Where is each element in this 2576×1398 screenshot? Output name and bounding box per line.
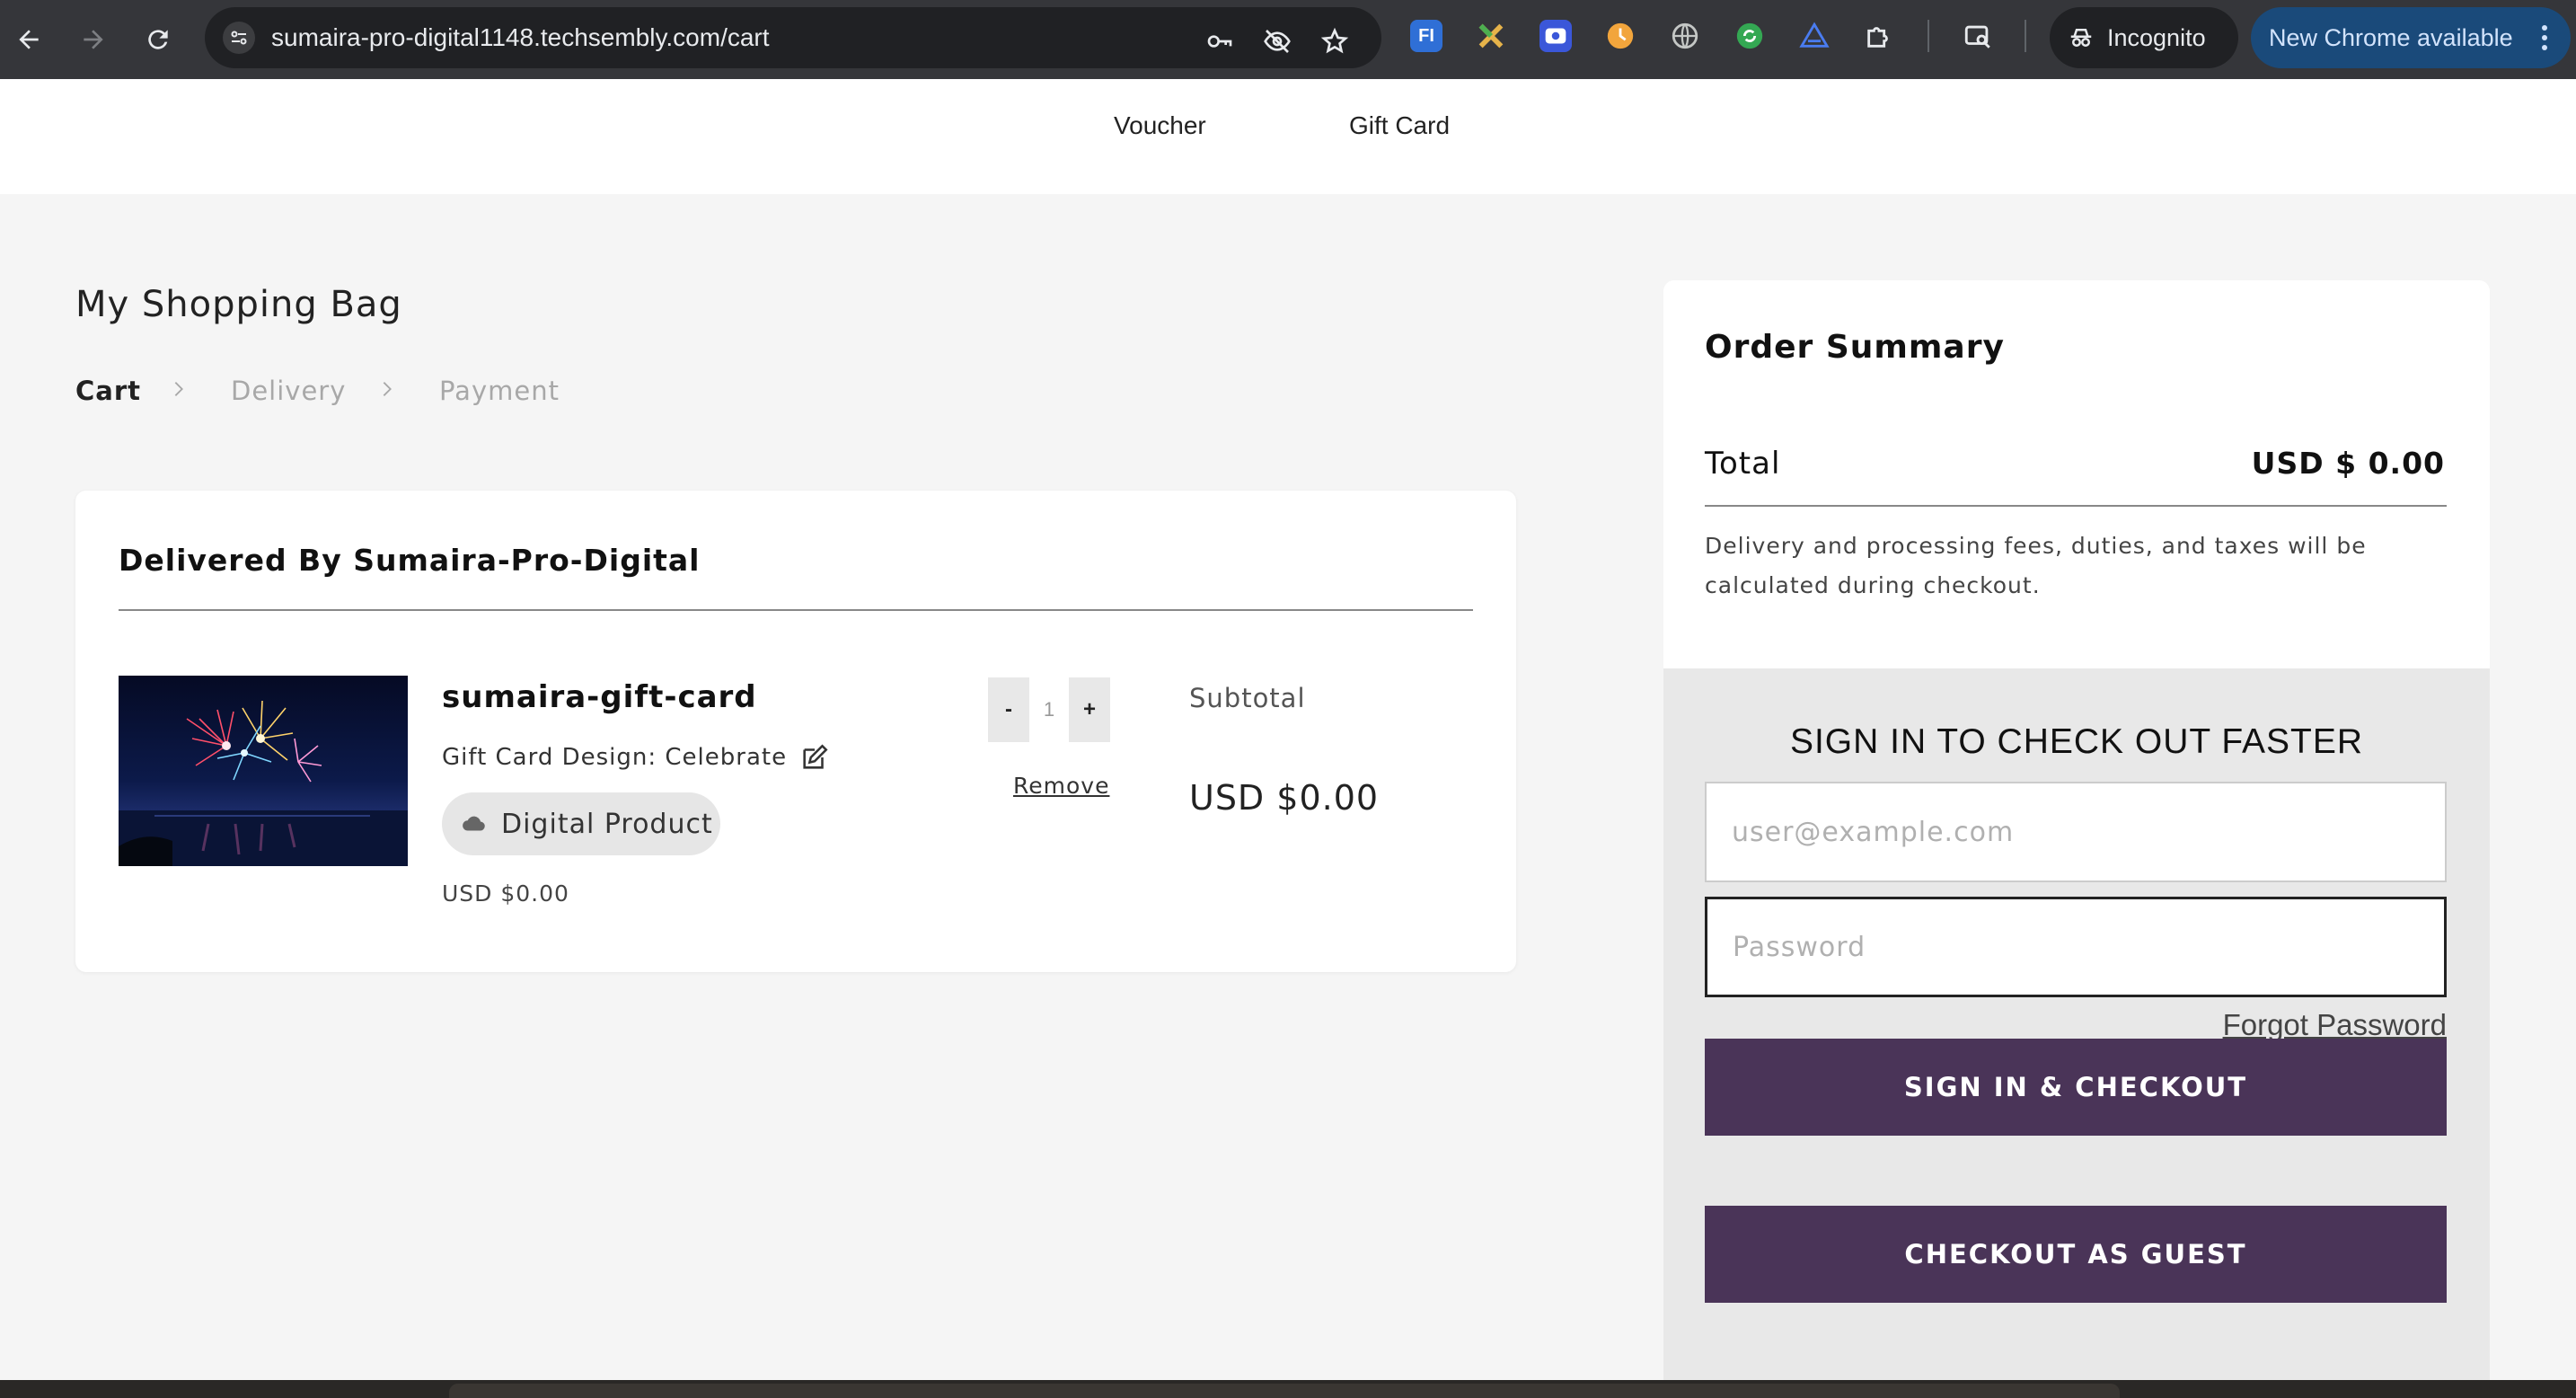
page-title: My Shopping Bag	[75, 284, 402, 325]
address-bar[interactable]: sumaira-pro-digital1148.techsembly.com/c…	[205, 7, 1381, 68]
remove-item-link[interactable]: Remove	[1013, 773, 1109, 799]
subtotal-value: USD $0.00	[1189, 778, 1380, 818]
edit-icon[interactable]	[799, 742, 830, 773]
fi-extension-icon[interactable]: FI	[1410, 20, 1442, 52]
chevron-right-icon	[174, 382, 183, 396]
subtotal-label: Subtotal	[1189, 683, 1306, 713]
quantity-decrease-button[interactable]: -	[988, 677, 1029, 742]
dock	[449, 1384, 2120, 1398]
total-label: Total	[1705, 446, 1781, 482]
forgot-password-link[interactable]: Forgot Password	[2223, 1008, 2447, 1042]
nav-gift-card-link[interactable]: Gift Card	[1349, 111, 1450, 140]
gift-card-design-label: Gift Card Design: Celebrate	[442, 744, 788, 771]
email-field[interactable]	[1705, 782, 2447, 882]
quantity-input[interactable]	[1029, 677, 1069, 742]
nav-voucher-link[interactable]: Voucher	[1114, 111, 1206, 140]
eye-off-icon[interactable]	[1259, 23, 1295, 59]
password-field[interactable]	[1705, 897, 2447, 997]
toolbar-divider	[1928, 20, 1929, 52]
triangle-extension-icon[interactable]	[1798, 20, 1831, 52]
clock-extension-icon[interactable]	[1604, 20, 1636, 52]
toolbar-divider	[2025, 20, 2026, 52]
step-payment: Payment	[439, 376, 560, 406]
sign-in-heading: SIGN IN TO CHECK OUT FASTER	[1789, 722, 2364, 761]
seller-title: Delivered By Sumaira-Pro-Digital	[119, 543, 701, 578]
incognito-label: Incognito	[2107, 23, 2206, 51]
browser-toolbar: sumaira-pro-digital1148.techsembly.com/c…	[0, 0, 2576, 79]
total-value: USD $ 0.00	[2251, 446, 2445, 481]
green-refresh-extension-icon[interactable]	[1734, 20, 1766, 52]
digital-product-badge: Digital Product	[442, 792, 720, 855]
incognito-indicator[interactable]: Incognito	[2050, 7, 2238, 68]
forward-icon[interactable]	[70, 16, 117, 63]
gift-card-design-row: Gift Card Design: Celebrate	[442, 742, 830, 773]
cloud-icon	[463, 816, 485, 831]
divider	[1705, 505, 2447, 507]
fees-note: Delivery and processing fees, duties, an…	[1705, 533, 2367, 598]
product-name[interactable]: sumaira-gift-card	[442, 679, 757, 715]
update-label: New Chrome available	[2269, 23, 2513, 51]
screen-record-icon[interactable]	[1539, 20, 1572, 52]
incognito-icon	[2070, 29, 2092, 47]
cart-card: Delivered By Sumaira-Pro-Digital sumaira…	[75, 491, 1516, 972]
password-key-icon[interactable]	[1202, 23, 1238, 59]
quantity-increase-button[interactable]: +	[1069, 677, 1110, 742]
chrome-update-button[interactable]: New Chrome available	[2251, 7, 2571, 68]
divider	[119, 609, 1473, 611]
order-summary-panel: Order Summary Total USD $ 0.00 Delivery …	[1663, 280, 2490, 1398]
search-tab-icon[interactable]	[1962, 20, 1994, 52]
back-icon[interactable]	[5, 16, 52, 63]
sign-in-checkout-button[interactable]: SIGN IN & CHECKOUT	[1705, 1039, 2447, 1136]
site-settings-icon[interactable]	[223, 22, 255, 54]
product-image[interactable]	[119, 676, 408, 866]
digital-product-label: Digital Product	[501, 808, 713, 840]
reload-icon[interactable]	[135, 16, 181, 63]
unit-price: USD $0.00	[442, 880, 569, 907]
puzzle-icon[interactable]	[1863, 20, 1895, 52]
checkout-as-guest-button[interactable]: CHECKOUT AS GUEST	[1705, 1206, 2447, 1303]
url-text: sumaira-pro-digital1148.techsembly.com/c…	[271, 23, 770, 51]
step-cart[interactable]: Cart	[75, 376, 141, 406]
os-dock-edge	[0, 1380, 2576, 1398]
site-top-nav: Voucher Gift Card	[0, 79, 2576, 194]
order-summary-title: Order Summary	[1705, 329, 2005, 366]
menu-dots-icon[interactable]	[2542, 25, 2547, 55]
chevron-right-icon	[383, 382, 392, 396]
x-extension-icon[interactable]	[1475, 20, 1507, 52]
globe-icon[interactable]	[1669, 20, 1701, 52]
step-delivery: Delivery	[231, 376, 347, 406]
bookmark-star-icon[interactable]	[1317, 23, 1353, 59]
